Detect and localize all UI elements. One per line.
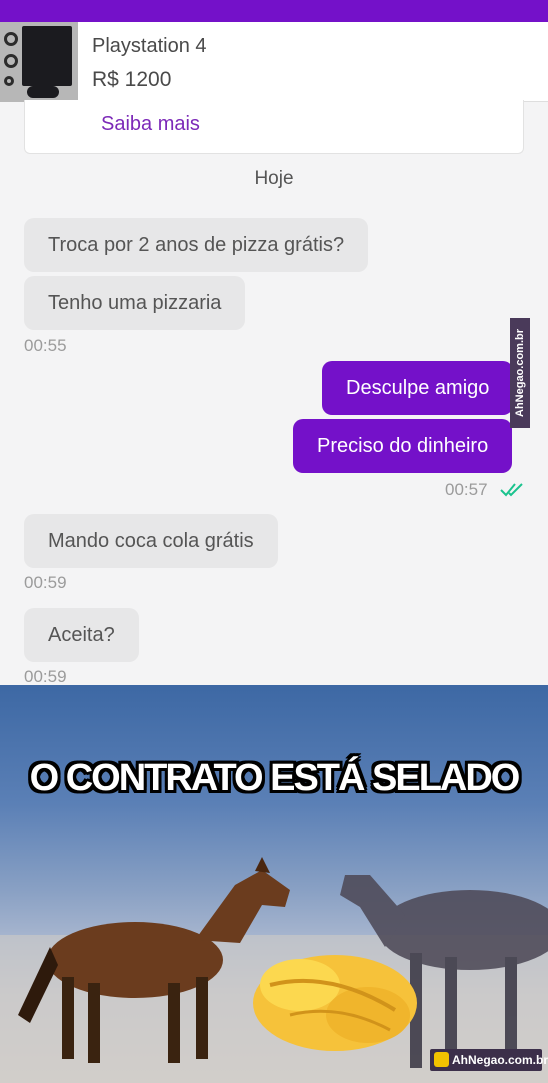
cable-coil: [4, 76, 14, 86]
message-incoming[interactable]: Mando coca cola grátis: [24, 514, 278, 568]
meme-image: O CONTRATO ESTÁ SELADO: [0, 685, 548, 1083]
cable-coil: [4, 54, 18, 68]
message-outgoing[interactable]: Desculpe amigo: [322, 361, 514, 415]
product-more-card: Saiba mais: [24, 100, 524, 154]
product-price: R$ 1200: [92, 68, 172, 91]
site-logo-icon: [434, 1052, 449, 1067]
message-incoming[interactable]: Troca por 2 anos de pizza grátis?: [24, 218, 369, 272]
message-incoming[interactable]: Aceita?: [24, 608, 139, 662]
handshake-emoji: [253, 955, 417, 1051]
product-header[interactable]: Playstation 4 R$ 1200: [0, 22, 548, 102]
saiba-mais-link[interactable]: Saiba mais: [101, 113, 200, 136]
product-thumbnail[interactable]: [0, 22, 78, 102]
message-outgoing[interactable]: Preciso do dinheiro: [293, 419, 513, 473]
cable-coil: [4, 32, 18, 46]
product-title: Playstation 4: [92, 35, 207, 57]
message-timestamp: 00:55: [24, 336, 67, 355]
message-timestamp: 00:57: [445, 480, 488, 499]
message-timestamp: 00:59: [24, 667, 67, 686]
message-timestamp: 00:59: [24, 573, 67, 592]
watermark-side: AhNegao.com.br: [510, 318, 530, 428]
meme-caption: O CONTRATO ESTÁ SELADO: [29, 757, 521, 799]
watermark-text: AhNegao.com.br: [452, 1053, 548, 1067]
app-top-bar: [0, 0, 548, 22]
console-image: [22, 26, 72, 86]
meme-artwork: [0, 857, 548, 1083]
watermark-bottom: AhNegao.com.br: [430, 1049, 548, 1071]
double-check-icon: [500, 483, 523, 497]
message-incoming[interactable]: Tenho uma pizzaria: [24, 276, 246, 330]
controller-image: [27, 86, 59, 98]
day-separator: Hoje: [254, 168, 294, 189]
